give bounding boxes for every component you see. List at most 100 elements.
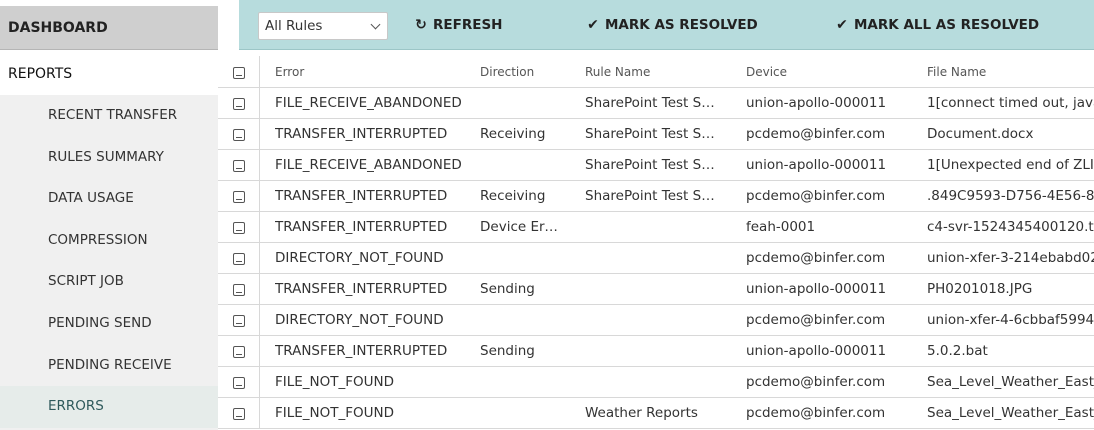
mark-all-as-resolved-button[interactable]: ✔ MARK ALL AS RESOLVED (834, 14, 1039, 36)
table-row[interactable]: TRANSFER_INTERRUPTED Receiving SharePoint … (218, 181, 1094, 212)
sidebar-dashboard[interactable]: DASHBOARD (0, 6, 218, 50)
error-cell: DIRECTORY_NOT_FOUND (275, 312, 444, 328)
row-checkbox[interactable] (233, 284, 245, 296)
device-cell: union-apollo-000011 (746, 343, 887, 359)
refresh-icon: ↻ (415, 17, 427, 33)
sidebar-item-data-usage[interactable]: DATA USAGE (0, 178, 218, 220)
direction-cell: Device Err... (480, 219, 560, 235)
error-cell: FILE_NOT_FOUND (275, 374, 395, 390)
device-cell: union-apollo-000011 (746, 157, 887, 173)
sidebar-item-pending-send[interactable]: PENDING SEND (0, 303, 218, 345)
row-checkbox[interactable] (233, 315, 245, 327)
rule-name-cell (585, 274, 718, 304)
direction-cell (480, 150, 560, 180)
table-row[interactable]: FILE_NOT_FOUND pcdemo@binfer.com Sea_Level… (218, 367, 1094, 398)
rule-name-cell: SharePoint Test Sy... (585, 95, 718, 111)
file-name-cell: Document.docx (927, 126, 1034, 142)
row-select-cell (218, 150, 260, 180)
header-rule-name[interactable]: Rule Name (585, 56, 718, 87)
error-cell: TRANSFER_INTERRUPTED (275, 343, 448, 359)
device-cell: pcdemo@binfer.com (746, 374, 886, 390)
sidebar-item-pending-receive[interactable]: PENDING RECEIVE (0, 345, 218, 387)
select-all-cell (218, 56, 260, 87)
chevron-down-icon (370, 19, 381, 30)
row-checkbox[interactable] (233, 408, 245, 420)
row-checkbox[interactable] (233, 129, 245, 141)
sidebar-item-recent-transfer[interactable]: RECENT TRANSFER (0, 95, 218, 137)
rule-name-cell (585, 243, 718, 273)
device-cell: pcdemo@binfer.com (746, 312, 886, 328)
direction-cell (480, 243, 560, 273)
table-row[interactable]: DIRECTORY_NOT_FOUND pcdemo@binfer.com unio… (218, 305, 1094, 336)
sidebar-item-errors[interactable]: ERRORS (0, 386, 218, 428)
header-file-name[interactable]: File Name (927, 56, 1094, 87)
file-name-cell: union-xfer-4-6cbbaf59948 (927, 312, 1094, 328)
row-checkbox[interactable] (233, 253, 245, 265)
error-cell: TRANSFER_INTERRUPTED (275, 126, 448, 142)
header-device[interactable]: Device (746, 56, 911, 87)
checkmark-icon: ✔ (836, 17, 848, 33)
sidebar-report-list: RECENT TRANSFER RULES SUMMARY DATA USAGE… (0, 95, 218, 430)
sidebar-item-script-job[interactable]: SCRIPT JOB (0, 261, 218, 303)
table-row[interactable]: TRANSFER_INTERRUPTED Sending union-apollo-… (218, 336, 1094, 367)
rule-filter-value: All Rules (265, 18, 323, 34)
table-row[interactable]: DIRECTORY_NOT_FOUND pcdemo@binfer.com unio… (218, 243, 1094, 274)
direction-cell: Sending (480, 343, 535, 359)
refresh-button[interactable]: ↻ REFRESH (413, 14, 502, 36)
row-select-cell (218, 212, 260, 242)
rule-name-cell: SharePoint Test Sy... (585, 126, 718, 142)
error-cell: FILE_RECEIVE_ABANDONED (275, 157, 462, 173)
rule-name-cell (585, 336, 718, 366)
row-checkbox[interactable] (233, 191, 245, 203)
file-name-cell: PH0201018.JPG (927, 281, 1033, 297)
direction-cell: Receiving (480, 188, 546, 204)
table-row[interactable]: TRANSFER_INTERRUPTED Receiving SharePoint … (218, 119, 1094, 150)
table-body: FILE_RECEIVE_ABANDONED SharePoint Test Sy… (218, 88, 1094, 429)
row-select-cell (218, 305, 260, 335)
file-name-cell: c4-svr-1524345400120.txt (927, 219, 1094, 235)
refresh-label: REFRESH (433, 17, 503, 33)
device-cell: pcdemo@binfer.com (746, 126, 886, 142)
direction-cell (480, 398, 560, 428)
error-cell: FILE_NOT_FOUND (275, 405, 395, 421)
device-cell: feah-0001 (746, 219, 816, 235)
row-checkbox[interactable] (233, 160, 245, 172)
error-cell: DIRECTORY_NOT_FOUND (275, 250, 444, 266)
direction-cell (480, 305, 560, 335)
table-row[interactable]: FILE_RECEIVE_ABANDONED SharePoint Test Sy… (218, 150, 1094, 181)
row-checkbox[interactable] (233, 377, 245, 389)
rule-filter-select[interactable]: All Rules (258, 12, 388, 40)
row-checkbox[interactable] (233, 222, 245, 234)
select-all-checkbox[interactable] (233, 67, 245, 79)
table-header: Error Direction Rule Name Device File Na… (218, 56, 1094, 88)
file-name-cell: union-xfer-3-214ebabd02 (927, 250, 1094, 266)
header-direction[interactable]: Direction (480, 56, 560, 87)
row-checkbox[interactable] (233, 98, 245, 110)
sidebar-reports[interactable]: REPORTS (0, 53, 218, 95)
checkmark-icon: ✔ (587, 17, 599, 33)
table-row[interactable]: TRANSFER_INTERRUPTED Sending union-apollo-… (218, 274, 1094, 305)
row-select-cell (218, 119, 260, 149)
file-name-cell: 5.0.2.bat (927, 343, 988, 359)
direction-cell: Receiving (480, 126, 546, 142)
mark-as-resolved-button[interactable]: ✔ MARK AS RESOLVED (585, 14, 758, 36)
mark-all-as-resolved-label: MARK ALL AS RESOLVED (854, 17, 1040, 33)
header-error[interactable]: Error (275, 56, 465, 87)
file-name-cell: Sea_Level_Weather_East_C (927, 374, 1094, 390)
mark-as-resolved-label: MARK AS RESOLVED (605, 17, 758, 33)
errors-table: Error Direction Rule Name Device File Na… (218, 56, 1094, 429)
sidebar-item-compression[interactable]: COMPRESSION (0, 220, 218, 262)
direction-cell (480, 88, 560, 118)
table-row[interactable]: TRANSFER_INTERRUPTED Device Err... feah-00… (218, 212, 1094, 243)
file-name-cell: 1[Unexpected end of ZLIB (927, 157, 1094, 173)
device-cell: union-apollo-000011 (746, 95, 887, 111)
row-checkbox[interactable] (233, 346, 245, 358)
row-select-cell (218, 367, 260, 397)
sidebar-item-rules-summary[interactable]: RULES SUMMARY (0, 137, 218, 179)
error-cell: TRANSFER_INTERRUPTED (275, 219, 448, 235)
rule-name-cell (585, 367, 718, 397)
table-row[interactable]: FILE_NOT_FOUND Weather Reports pcdemo@binf… (218, 398, 1094, 429)
device-cell: pcdemo@binfer.com (746, 188, 886, 204)
table-row[interactable]: FILE_RECEIVE_ABANDONED SharePoint Test Sy… (218, 88, 1094, 119)
device-cell: pcdemo@binfer.com (746, 250, 886, 266)
